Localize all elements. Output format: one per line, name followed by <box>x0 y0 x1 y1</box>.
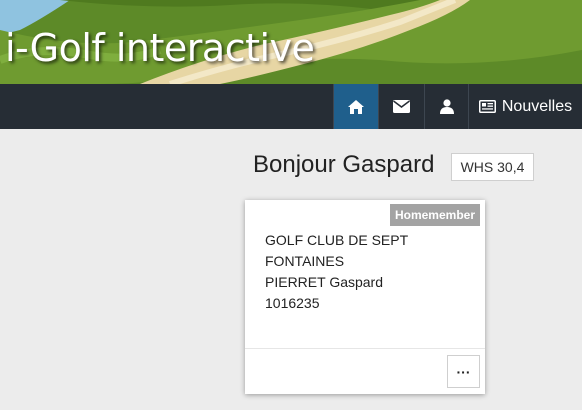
greeting-heading: Bonjour Gaspard <box>253 151 435 178</box>
card-divider <box>245 348 485 349</box>
header-banner: i-Golf interactive <box>0 0 582 84</box>
membership-card: Homemember GOLF CLUB DE SEPT FONTAINES P… <box>245 200 485 394</box>
nav-messages-button[interactable] <box>378 84 424 129</box>
app-title: i-Golf interactive <box>5 26 315 70</box>
user-icon <box>439 99 454 114</box>
nav-profile-button[interactable] <box>424 84 468 129</box>
home-icon <box>348 99 364 114</box>
nav-news-label: Nouvelles <box>501 97 573 115</box>
member-name: PIERRET Gaspard <box>265 274 384 290</box>
nav-news-button[interactable]: Nouvelles <box>468 84 582 129</box>
role-badge: Homemember <box>389 204 480 226</box>
more-options-button[interactable]: ··· <box>447 355 480 388</box>
club-name-line-2: FONTAINES <box>265 253 345 269</box>
whs-badge: WHS 30,4 <box>451 153 534 181</box>
nav-home-button[interactable] <box>333 84 378 129</box>
newspaper-icon <box>478 100 496 113</box>
club-name-line-1: GOLF CLUB DE SEPT <box>265 232 409 248</box>
member-number: 1016235 <box>265 295 320 311</box>
envelope-icon <box>393 100 410 113</box>
top-navbar: Nouvelles <box>0 84 582 129</box>
card-details: GOLF CLUB DE SEPT FONTAINES PIERRET Gasp… <box>265 230 408 314</box>
